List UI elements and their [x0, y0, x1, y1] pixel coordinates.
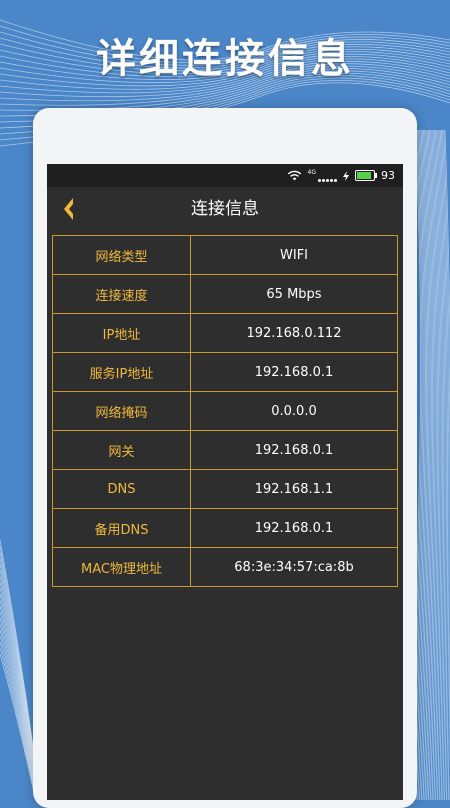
table-row: 网关 192.168.0.1 [52, 430, 398, 470]
battery-fill [357, 172, 371, 179]
info-value: 192.168.0.112 [190, 313, 398, 353]
app-bar: 连接信息 [47, 187, 403, 231]
table-row: IP地址 192.168.0.112 [52, 313, 398, 353]
battery-percent: 93 [381, 169, 395, 182]
phone-screen: 4G 93 连接信息 网络类型 WIFI 连接速度 65 Mbps IP地址 192.16… [47, 164, 403, 800]
table-row: 服务IP地址 192.168.0.1 [52, 352, 398, 392]
info-value: 192.168.0.1 [190, 430, 398, 470]
info-label: MAC物理地址 [52, 547, 191, 587]
info-label: 备用DNS [52, 508, 191, 548]
connection-info-table: 网络类型 WIFI 连接速度 65 Mbps IP地址 192.168.0.112 服务IP… [52, 235, 398, 587]
cellular-signal-icon: 4G [307, 168, 337, 182]
page-title: 连接信息 [191, 199, 259, 219]
table-row: MAC物理地址 68:3e:34:57:ca:8b [52, 547, 398, 587]
info-value: 68:3e:34:57:ca:8b [190, 547, 398, 587]
battery-icon [355, 170, 377, 181]
info-label: 网络类型 [52, 235, 191, 275]
info-value: 0.0.0.0 [190, 391, 398, 431]
info-label: DNS [52, 469, 191, 509]
table-row: DNS 192.168.1.1 [52, 469, 398, 509]
status-bar: 4G 93 [47, 164, 403, 187]
wifi-icon [287, 170, 301, 181]
table-row: 网络类型 WIFI [52, 235, 398, 275]
table-row: 连接速度 65 Mbps [52, 274, 398, 314]
charging-icon [343, 170, 349, 181]
info-label: IP地址 [52, 313, 191, 353]
promo-headline: 详细连接信息 [96, 36, 354, 82]
back-button[interactable] [59, 195, 79, 223]
info-label: 连接速度 [52, 274, 191, 314]
info-value: 192.168.0.1 [190, 352, 398, 392]
info-label: 服务IP地址 [52, 352, 191, 392]
info-value: 192.168.0.1 [190, 508, 398, 548]
info-value: 65 Mbps [190, 274, 398, 314]
info-label: 网关 [52, 430, 191, 470]
info-value: WIFI [190, 235, 398, 275]
info-label: 网络掩码 [52, 391, 191, 431]
table-row: 备用DNS 192.168.0.1 [52, 508, 398, 548]
table-row: 网络掩码 0.0.0.0 [52, 391, 398, 431]
network-type-label: 4G [307, 168, 316, 176]
chevron-left-icon [64, 198, 73, 220]
info-value: 192.168.1.1 [190, 469, 398, 509]
